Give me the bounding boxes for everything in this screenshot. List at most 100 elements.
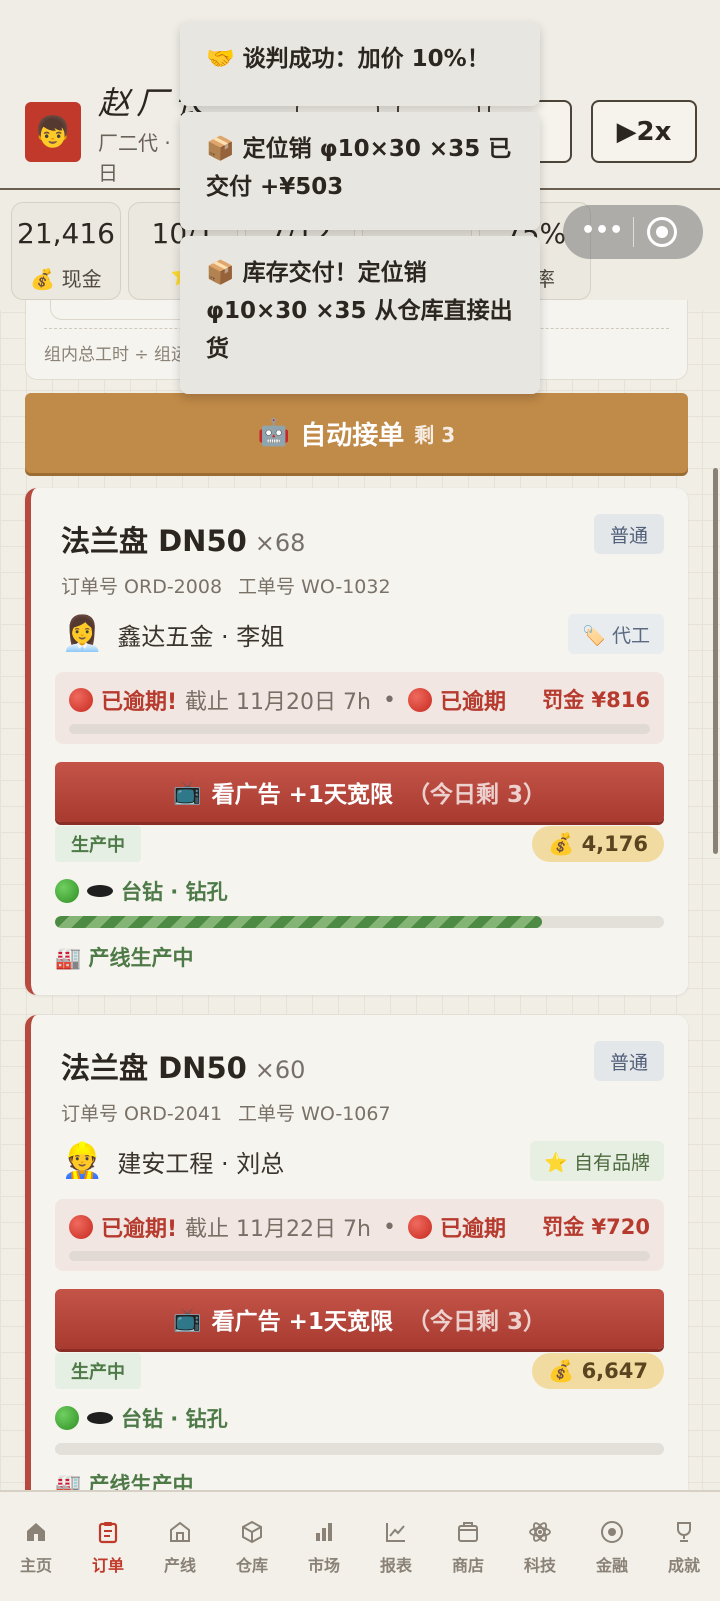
toast-notification: 📦 定位销 φ10×30 ×35 已交付 +¥503 (180, 112, 540, 230)
atom-icon (529, 1522, 551, 1542)
nav-item-shop[interactable]: 商店 (432, 1492, 504, 1592)
nav-label: 市场 (307, 1556, 340, 1575)
progress-bar (55, 1443, 664, 1455)
auto-accept-remaining: 剩 3 (414, 422, 456, 447)
avatar[interactable]: 👦 (25, 102, 81, 162)
client-avatar-icon: 👩‍💼 (61, 614, 104, 654)
nav-label: 成就 (667, 1556, 700, 1575)
order-title: 法兰盘 DN50 ×68 (61, 524, 306, 558)
auto-accept-button[interactable]: 🤖 自动接单 剩 3 (25, 393, 688, 473)
line-status: 🏭 产线生产中 (55, 946, 194, 970)
close-miniapp-icon[interactable] (647, 217, 677, 247)
overdue-label: 已逾期! (101, 1217, 178, 1242)
nav-item-home[interactable]: 主页 (0, 1492, 72, 1592)
client-name: 建安工程 · 刘总 (117, 1149, 285, 1178)
nav-item-market[interactable]: 市场 (288, 1492, 360, 1592)
order-card[interactable]: 法兰盘 DN50 ×68 普通 订单号 ORD-2008 工单号 WO-1032 👩… (25, 488, 688, 995)
deadline-track (69, 1251, 650, 1261)
home-icon (27, 1523, 45, 1541)
green-circle-icon (55, 1406, 79, 1430)
nav-item-line[interactable]: 产线 (144, 1492, 216, 1592)
machine-label: 台钻 · 钻孔 (121, 1407, 228, 1431)
nav-label: 金融 (595, 1556, 628, 1575)
work-order-number: 工单号 WO-1067 (238, 1103, 391, 1125)
bottom-nav: 主页 订单 产线 仓库 市场 报表 商店 科技 金融 成就 (0, 1490, 720, 1601)
order-number: 订单号 ORD-2041 (61, 1103, 223, 1125)
order-type-tag: 普通 (593, 1041, 664, 1081)
hole-icon (87, 1412, 113, 1424)
nav-label: 仓库 (235, 1556, 268, 1575)
shop-icon (458, 1522, 478, 1542)
deadline-text: 截止 11月22日 7h (185, 1217, 371, 1242)
nav-item-achievements[interactable]: 成就 (648, 1492, 720, 1592)
orders-icon (98, 1522, 118, 1544)
nav-label: 报表 (379, 1556, 412, 1575)
robot-icon: 🤖 (257, 418, 291, 448)
toast-notification: 🤝 谈判成功：加价 10%！ (180, 22, 540, 106)
overdue-status: 已逾期 (439, 690, 506, 715)
order-source-badge: 🏷️ 代工 (568, 614, 664, 654)
info-note: 组内总工时 ÷ 组运 (44, 345, 189, 365)
red-circle-icon (407, 1215, 432, 1239)
deadline-line: 已逾期! 截止 11月20日 7h • 已逾期 (69, 684, 506, 716)
order-type-tag: 普通 (593, 514, 664, 554)
tv-icon: 📺 (173, 1306, 202, 1333)
deadline-line: 已逾期! 截止 11月22日 7h • 已逾期 (69, 1211, 506, 1243)
work-order-number: 工单号 WO-1032 (238, 576, 391, 598)
bar-chart-icon (316, 1523, 332, 1541)
ad-label: 看广告 +1天宽限 (211, 782, 393, 808)
stat-cash[interactable]: 21,416 💰 现金 (11, 202, 121, 300)
coin-icon (601, 1521, 623, 1543)
order-qty: ×60 (254, 1056, 306, 1084)
order-value: 💰 4,176 (532, 826, 664, 862)
deadline-text: 截止 11月20日 7h (185, 690, 371, 715)
nav-item-tech[interactable]: 科技 (504, 1492, 576, 1592)
order-ids: 订单号 ORD-2008 工单号 WO-1032 (61, 572, 407, 599)
scrollbar[interactable] (713, 468, 718, 854)
nav-label: 订单 (91, 1556, 124, 1575)
stat-label: 💰 现金 (30, 267, 102, 291)
green-circle-icon (55, 879, 79, 903)
red-circle-icon (69, 1215, 93, 1239)
ad-remaining: （今日剩 3） (406, 1309, 546, 1335)
nav-label: 科技 (523, 1556, 556, 1575)
stat-value: 21,416 (17, 217, 115, 250)
nav-item-finance[interactable]: 金融 (576, 1492, 648, 1592)
nav-item-reports[interactable]: 报表 (360, 1492, 432, 1592)
overdue-label: 已逾期! (101, 690, 178, 715)
red-circle-icon (407, 688, 432, 712)
more-icon[interactable]: ••• (581, 219, 623, 245)
overdue-status: 已逾期 (439, 1217, 506, 1242)
order-value: 💰 6,647 (532, 1353, 664, 1389)
nav-item-orders[interactable]: 订单 (72, 1492, 144, 1592)
machine-status: 台钻 · 钻孔 (55, 876, 228, 906)
machine-label: 台钻 · 钻孔 (121, 880, 228, 904)
machine-status: 台钻 · 钻孔 (55, 1403, 228, 1433)
deadline-box: 已逾期! 截止 11月20日 7h • 已逾期 罚金 ¥816 (55, 672, 664, 744)
speed-button[interactable]: ▶2x (591, 100, 697, 163)
ad-label: 看广告 +1天宽限 (211, 1309, 393, 1335)
order-qty: ×68 (254, 529, 306, 557)
factory-subtitle: 厂二代 · 日 (98, 131, 171, 185)
client-name: 鑫达五金 · 李姐 (117, 622, 285, 651)
line-chart-icon (386, 1523, 405, 1542)
client-info: 👷 建安工程 · 刘总 (61, 1141, 284, 1181)
capsule-divider (633, 217, 634, 247)
tv-icon: 📺 (173, 779, 202, 806)
progress-fill (55, 916, 543, 928)
watch-ad-button[interactable]: 📺 看广告 +1天宽限 （今日剩 3） (55, 1289, 664, 1349)
watch-ad-button[interactable]: 📺 看广告 +1天宽限 （今日剩 3） (55, 762, 664, 822)
penalty-amount: 罚金 ¥816 (542, 688, 650, 712)
client-avatar-icon: 👷 (61, 1141, 104, 1181)
status-badge: 生产中 (55, 826, 141, 862)
status-badge: 生产中 (55, 1353, 141, 1389)
auto-accept-label: 自动接单 (300, 420, 405, 451)
miniapp-capsule: ••• (563, 205, 703, 259)
deadline-track (69, 724, 650, 734)
order-title: 法兰盘 DN50 ×60 (61, 1051, 306, 1085)
client-info: 👩‍💼 鑫达五金 · 李姐 (61, 614, 284, 654)
box-icon (242, 1520, 262, 1544)
order-card[interactable]: 法兰盘 DN50 ×60 普通 订单号 ORD-2041 工单号 WO-1067 👷… (25, 1015, 688, 1497)
order-number: 订单号 ORD-2008 (61, 576, 223, 598)
nav-item-warehouse[interactable]: 仓库 (216, 1492, 288, 1592)
